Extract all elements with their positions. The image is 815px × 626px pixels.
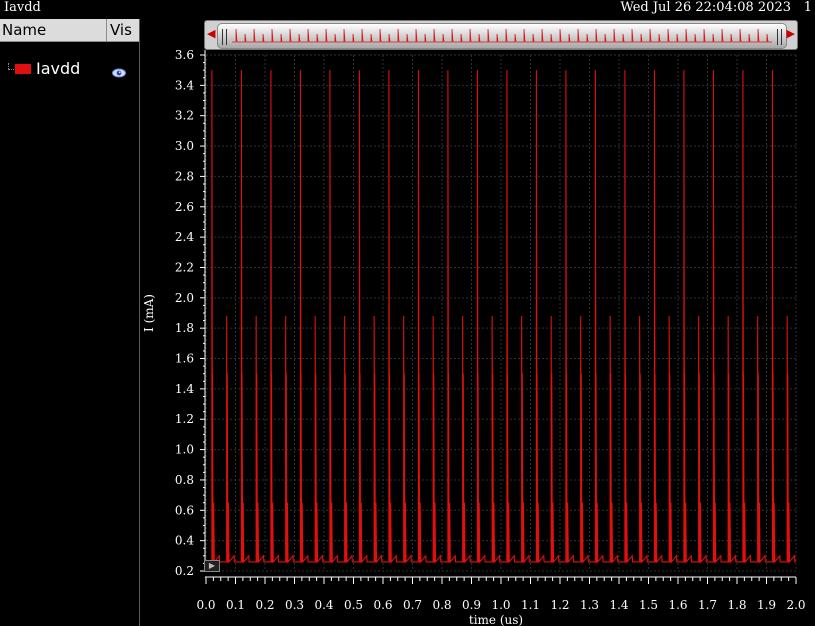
y-tick-label: 0.6 [175, 503, 194, 517]
y-tick-label: 1.4 [175, 382, 194, 396]
x-tick-label: 1.8 [727, 598, 746, 612]
y-tick-label: 3.2 [175, 109, 194, 123]
x-tick-label: 1.9 [757, 598, 776, 612]
y-tick-label: 2.4 [175, 230, 194, 244]
x-tick-label: 0.0 [196, 598, 215, 612]
x-tick-label: 0.7 [403, 598, 422, 612]
x-tick-label: 0.5 [344, 598, 363, 612]
x-tick-label: 1.4 [609, 598, 628, 612]
x-tick-label: 0.6 [373, 598, 392, 612]
x-tick-label: 0.1 [226, 598, 245, 612]
y-tick-label: 1.2 [175, 412, 194, 426]
y-tick-label: 2.6 [175, 200, 194, 214]
y-tick-label: 0.8 [175, 473, 194, 487]
y-tick-label: 2.0 [175, 291, 194, 305]
x-tick-label: 1.2 [550, 598, 569, 612]
y-tick-label: 2.8 [175, 169, 194, 183]
x-tick-label: 2.0 [786, 598, 805, 612]
y-tick-label: 3.0 [175, 139, 194, 153]
x-tick-label: 0.4 [314, 598, 333, 612]
x-tick-label: 1.6 [668, 598, 687, 612]
y-tick-label: 1.8 [175, 321, 194, 335]
y-tick-label: 3.4 [175, 78, 194, 92]
y-tick-label: 3.6 [175, 48, 194, 62]
x-tick-label: 1.0 [491, 598, 510, 612]
x-tick-label: 1.3 [580, 598, 599, 612]
play-marker-icon[interactable]: ▶ [204, 560, 220, 572]
x-tick-label: 1.7 [698, 598, 717, 612]
waveform-plot[interactable]: 0.2 0.4 0.6 0.8 1.0 1.2 1.4 1.6 1.8 2.0 2.2 2.4 2.6 2… [0, 0, 815, 626]
y-tick-label: 2.2 [175, 260, 194, 274]
x-tick-label: 0.9 [462, 598, 481, 612]
y-axis-label: I (mA) [142, 294, 156, 332]
x-tick-label: 0.8 [432, 598, 451, 612]
x-axis-label: time (us) [469, 613, 523, 626]
y-tick-label: 0.2 [175, 564, 194, 578]
x-tick-label: 0.2 [255, 598, 274, 612]
y-tick-label: 1.0 [175, 443, 194, 457]
x-tick-label: 1.5 [639, 598, 658, 612]
y-tick-label: 1.6 [175, 352, 194, 366]
y-tick-label: 0.4 [175, 534, 194, 548]
x-tick-label: 0.3 [285, 598, 304, 612]
x-tick-label: 1.1 [521, 598, 540, 612]
